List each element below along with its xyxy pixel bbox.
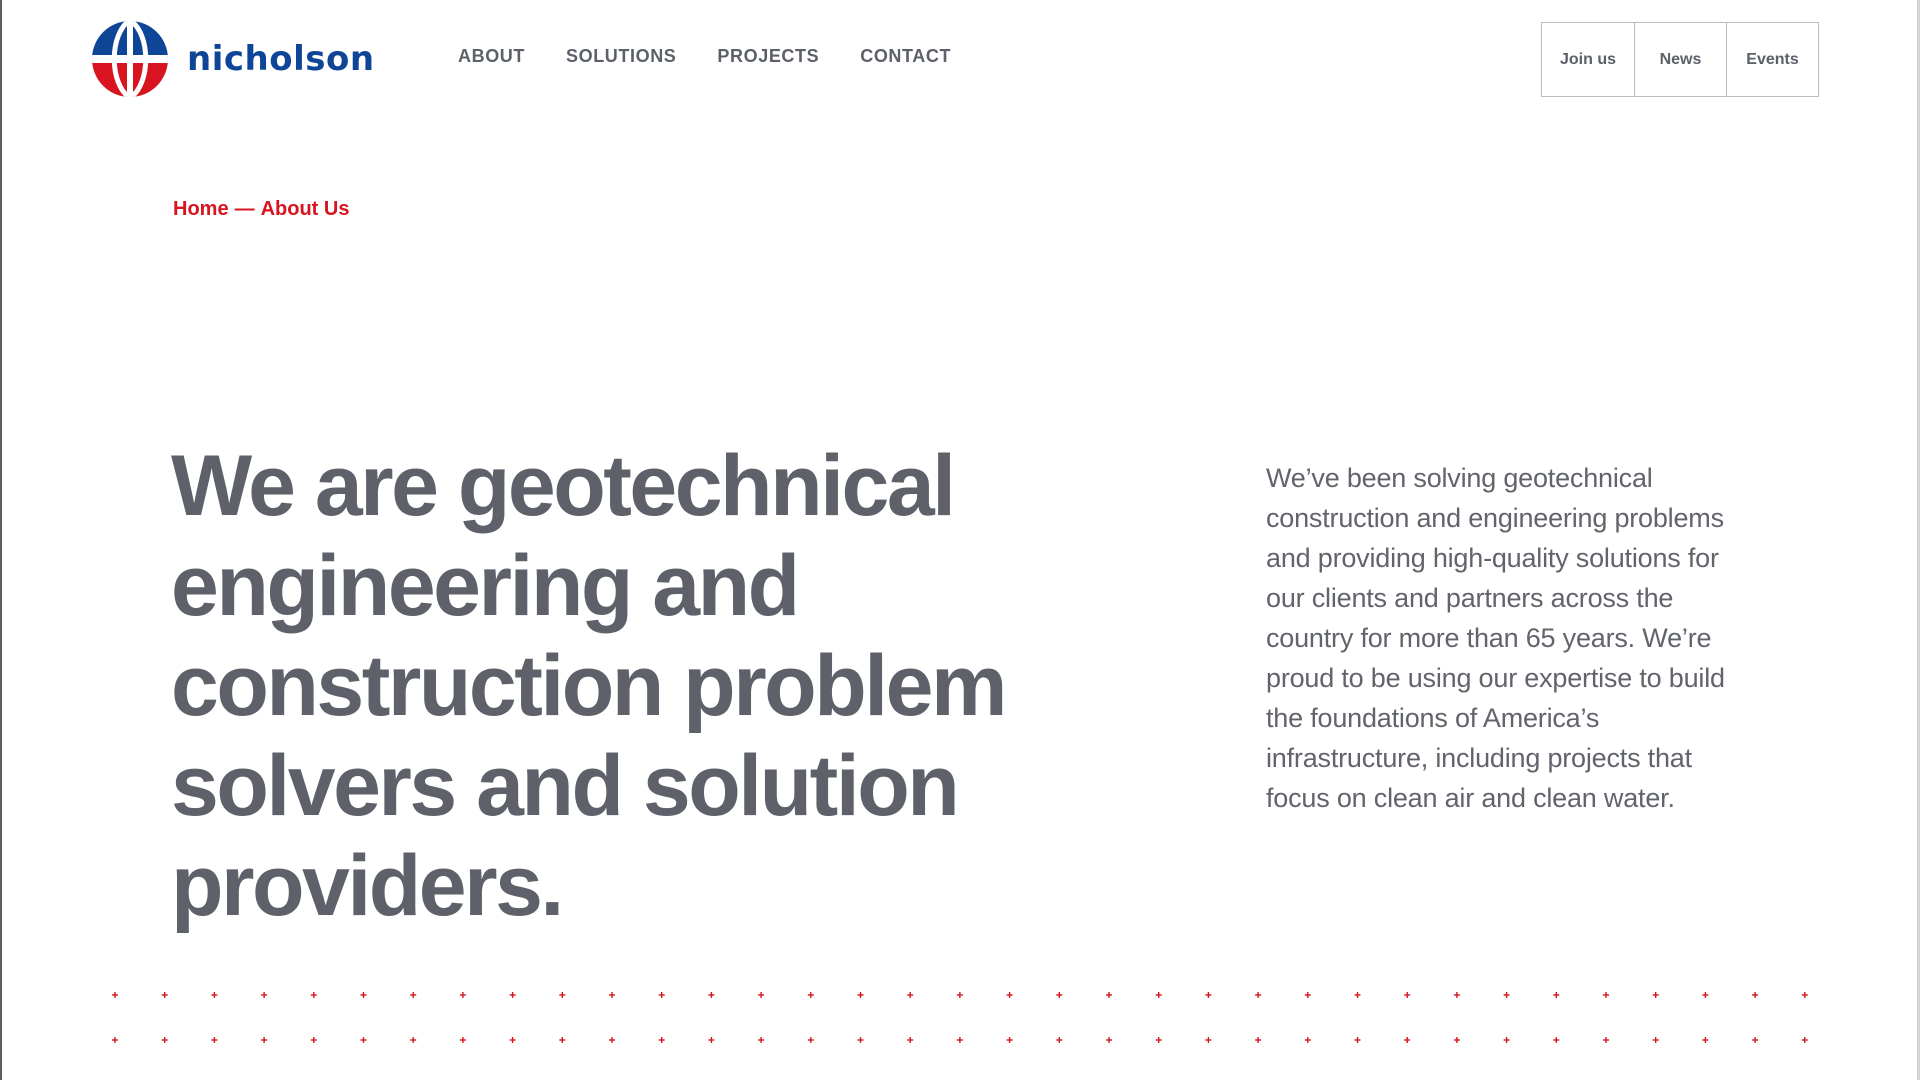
cross-mark <box>609 992 615 998</box>
cross-mark <box>211 992 218 998</box>
cross-mark <box>211 1037 218 1043</box>
join-us-button[interactable]: Join us <box>1542 23 1634 96</box>
cross-mark <box>609 1037 615 1043</box>
cross-mark <box>1652 992 1659 998</box>
cross-mark <box>1354 992 1361 998</box>
cross-mark <box>1205 1037 1212 1043</box>
nav-solutions[interactable]: SOLUTIONS <box>566 46 676 67</box>
breadcrumb-home-link[interactable]: Home <box>173 198 229 221</box>
cross-mark <box>1006 992 1013 998</box>
cross-mark <box>1752 992 1759 998</box>
home-logo-link[interactable]: nicholson <box>91 20 375 98</box>
cross-mark <box>807 1037 814 1043</box>
cross-mark <box>1652 1037 1659 1043</box>
cross-mark <box>1603 992 1609 998</box>
cross-mark <box>360 992 367 998</box>
cross-mark <box>509 1037 516 1043</box>
cross-mark <box>1155 992 1162 998</box>
cross-mark <box>410 992 417 998</box>
cross-mark <box>1503 1037 1510 1043</box>
cross-mark <box>1702 992 1709 998</box>
cross-mark <box>559 1037 566 1043</box>
cross-mark <box>708 992 715 998</box>
cross-mark <box>658 1037 665 1043</box>
cross-mark <box>1155 1037 1162 1043</box>
hero-headline: We are geotechnical engineering and cons… <box>171 438 1007 934</box>
utility-nav: Join us News Events <box>1541 22 1819 97</box>
cross-mark <box>161 1037 168 1043</box>
cross-mark <box>112 1037 118 1043</box>
cross-mark <box>509 992 516 998</box>
cross-mark <box>261 1037 268 1043</box>
cross-mark <box>161 992 168 998</box>
cross-mark <box>658 992 665 998</box>
nav-projects[interactable]: PROJECTS <box>717 46 819 67</box>
cross-mark <box>112 992 118 998</box>
cross-mark <box>1304 992 1311 998</box>
nav-contact[interactable]: CONTACT <box>860 46 951 67</box>
cross-mark <box>1106 992 1112 998</box>
cross-mark <box>807 992 814 998</box>
cross-mark <box>907 992 914 998</box>
hero-intro-text: We’ve been solving geotechnical construc… <box>1266 463 1725 813</box>
cross-mark <box>310 992 317 998</box>
cross-mark <box>1553 992 1560 998</box>
cross-mark <box>956 992 963 998</box>
cross-mark <box>1603 1037 1609 1043</box>
cross-mark <box>1006 1037 1013 1043</box>
breadcrumb-current: About Us <box>260 198 350 220</box>
cross-mark <box>857 992 864 998</box>
cross-mark <box>410 1037 417 1043</box>
cross-mark <box>1801 1037 1808 1043</box>
cross-mark <box>1056 1037 1063 1043</box>
cross-mark <box>1354 1037 1361 1043</box>
cross-mark <box>1255 1037 1262 1043</box>
cross-mark <box>1106 1037 1112 1043</box>
globe-logo-icon <box>92 21 168 97</box>
cross-mark <box>1801 992 1808 998</box>
news-button[interactable]: News <box>1634 23 1726 96</box>
cross-mark <box>559 992 566 998</box>
cross-mark <box>261 992 268 998</box>
cross-mark <box>1056 992 1063 998</box>
cross-mark <box>1404 1037 1411 1043</box>
brand-wordmark: nicholson <box>187 39 375 79</box>
cross-mark <box>758 1037 765 1043</box>
cross-mark <box>459 1037 466 1043</box>
cross-mark <box>907 1037 914 1043</box>
cross-mark <box>758 992 765 998</box>
cross-mark <box>857 1037 864 1043</box>
cross-mark <box>1553 1037 1560 1043</box>
cross-mark <box>956 1037 963 1043</box>
events-button[interactable]: Events <box>1726 23 1818 96</box>
cross-mark <box>708 1037 715 1043</box>
cross-mark <box>1304 1037 1311 1043</box>
cross-mark <box>1205 992 1212 998</box>
breadcrumb: Home — About Us <box>173 198 349 221</box>
red-cross-pattern-icon <box>112 992 1808 1043</box>
cross-mark <box>1404 992 1411 998</box>
cross-mark <box>1702 1037 1709 1043</box>
cross-mark <box>310 1037 317 1043</box>
cross-mark <box>1752 1037 1759 1043</box>
cross-mark <box>1453 992 1460 998</box>
breadcrumb-separator: — <box>234 198 255 220</box>
cross-mark <box>1255 992 1262 998</box>
cross-mark <box>1503 992 1510 998</box>
cross-mark <box>459 992 466 998</box>
cross-mark <box>1453 1037 1460 1043</box>
page: nicholson ABOUT SOLUTIONS PROJECTS CONTA… <box>0 0 1920 1080</box>
main-nav: ABOUT SOLUTIONS PROJECTS CONTACT <box>458 46 951 67</box>
nav-about[interactable]: ABOUT <box>458 46 525 67</box>
cross-mark <box>360 1037 367 1043</box>
